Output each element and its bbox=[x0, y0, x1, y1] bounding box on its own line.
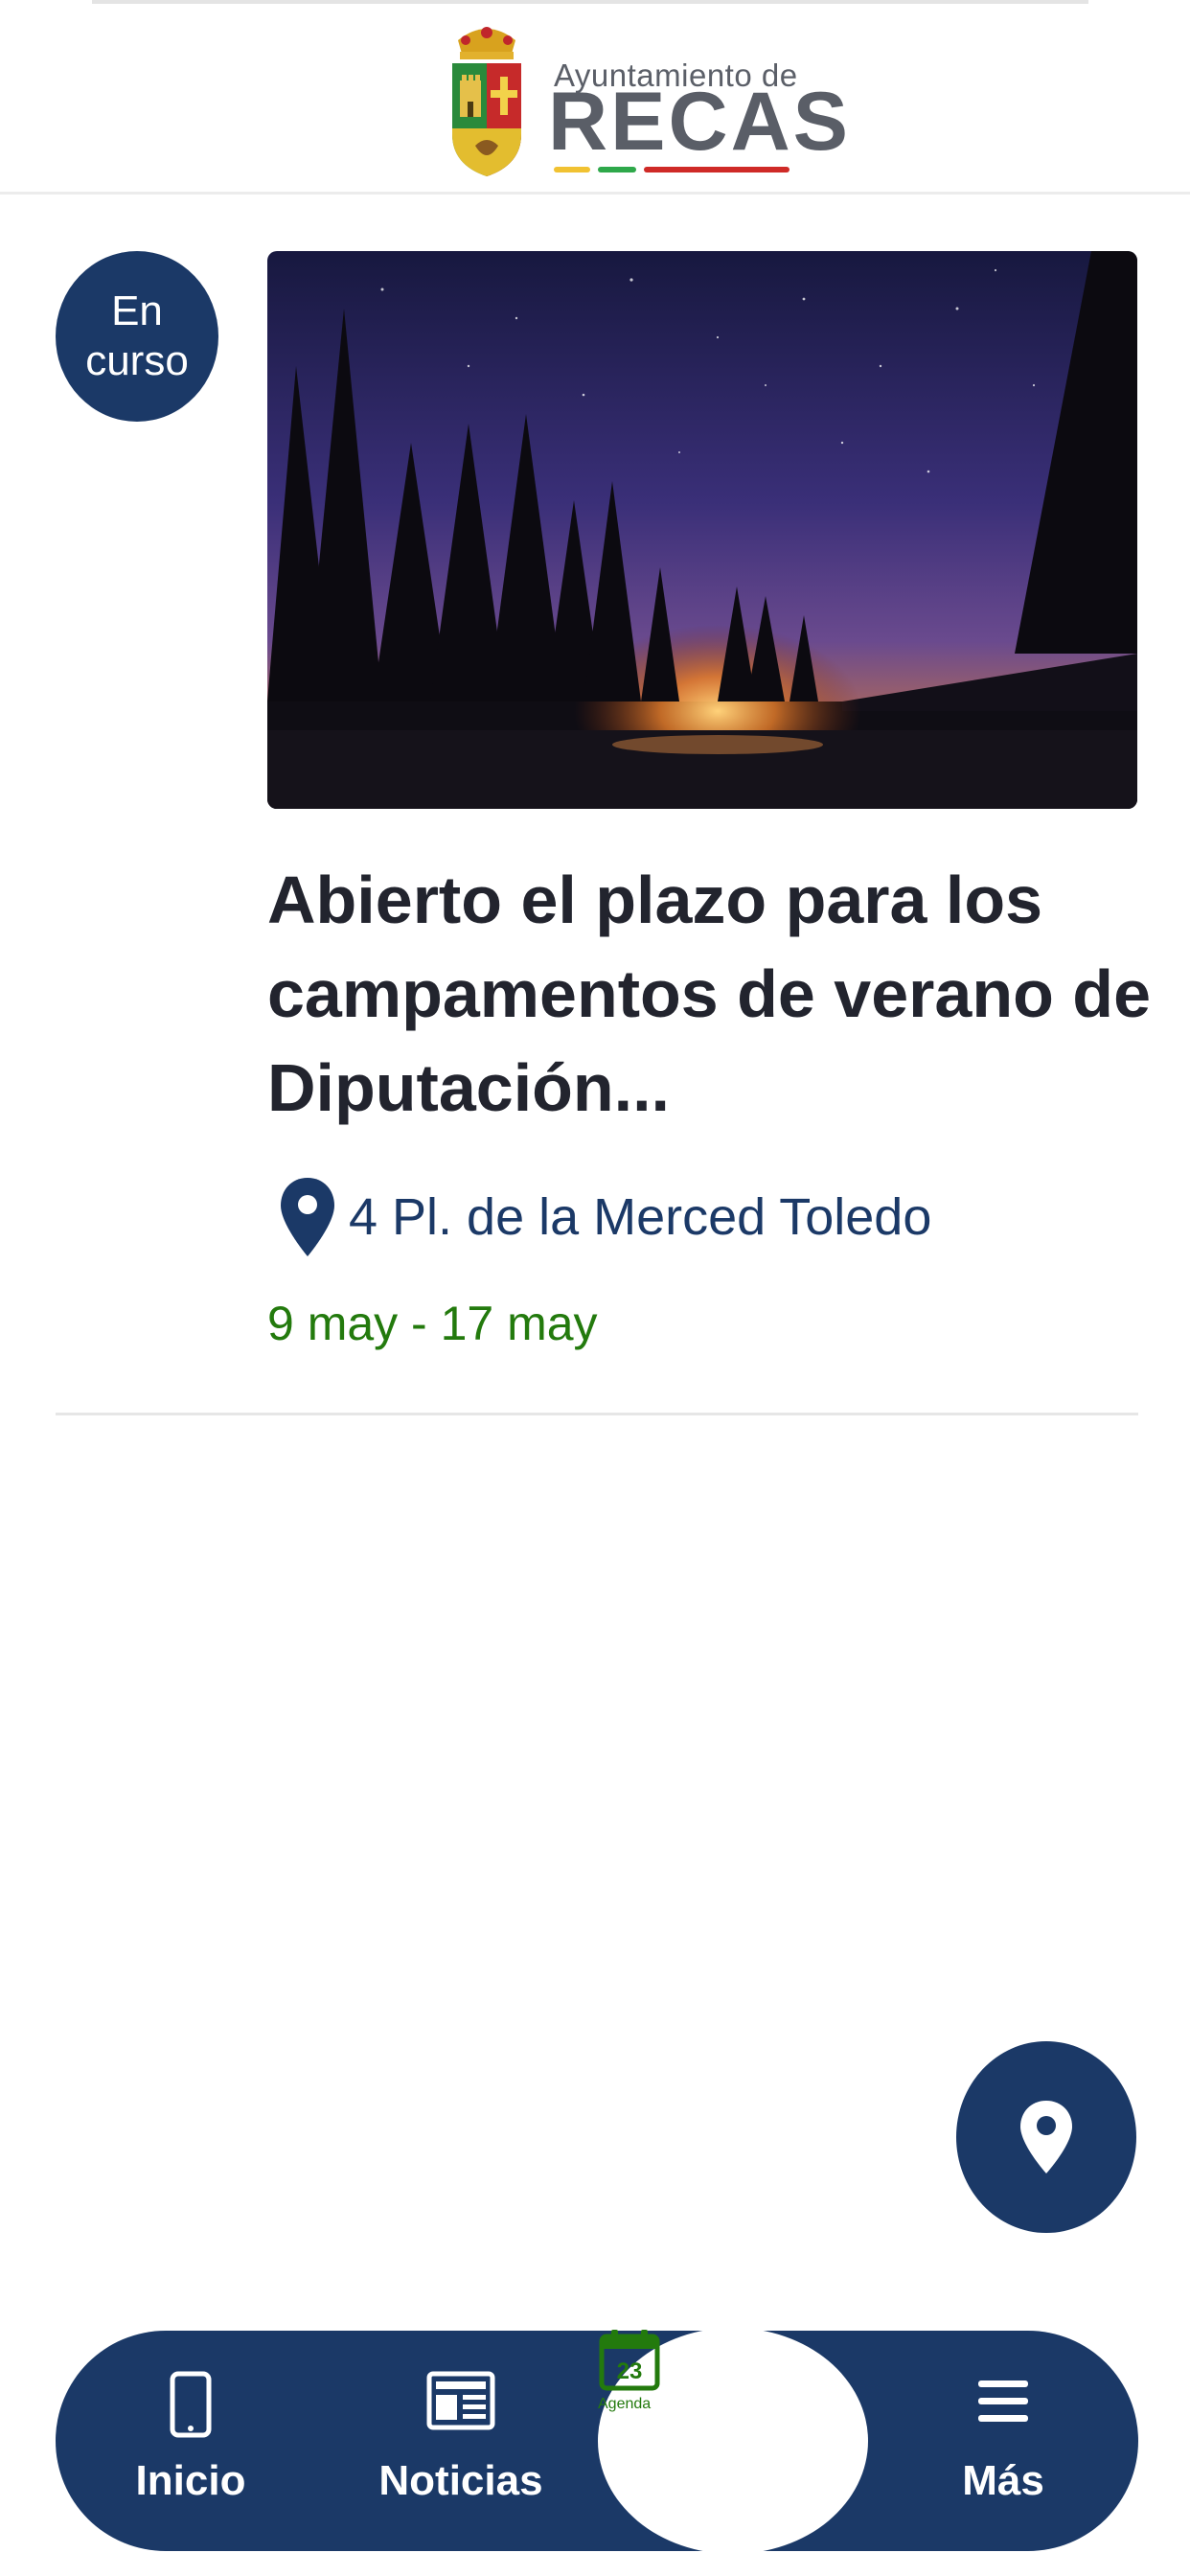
calendar-icon: 23 bbox=[599, 2330, 660, 2391]
status-badge: En curso bbox=[56, 251, 218, 422]
nav-item-inicio[interactable]: Inicio bbox=[56, 2331, 326, 2551]
map-pin-icon bbox=[281, 1178, 334, 1256]
nav-label-mas: Más bbox=[962, 2457, 1044, 2504]
nav-label-inicio: Inicio bbox=[135, 2457, 246, 2504]
status-badge-label: En curso bbox=[85, 288, 189, 384]
nav-item-mas[interactable]: Más bbox=[868, 2331, 1138, 2551]
nav-label-agenda: Agenda bbox=[598, 2396, 652, 2412]
calendar-day-number: 23 bbox=[617, 2358, 643, 2384]
event-dates: 9 may - 17 may bbox=[267, 1297, 598, 1350]
nav-item-agenda[interactable]: 23 Agenda bbox=[598, 2328, 868, 2554]
map-pin-icon bbox=[1020, 2101, 1072, 2174]
card-divider bbox=[56, 1413, 1138, 1415]
hamburger-menu-icon bbox=[978, 2380, 1028, 2422]
ayuntamiento-logo[interactable]: Ayuntamiento de RECAS bbox=[446, 21, 848, 184]
logo-title: RECAS bbox=[548, 76, 852, 168]
event-location: 4 Pl. de la Merced Toledo bbox=[278, 1174, 931, 1260]
app-header: Ayuntamiento de RECAS bbox=[0, 4, 1190, 195]
event-image[interactable] bbox=[267, 251, 1137, 809]
smartphone-icon bbox=[170, 2371, 212, 2438]
nav-item-noticias[interactable]: Noticias bbox=[326, 2331, 596, 2551]
logo-stripes bbox=[554, 167, 793, 172]
event-card[interactable]: En curso Abierto el plazo para los campa… bbox=[0, 192, 1190, 1418]
bottom-navigation: Inicio Noticias 23 Agenda Más bbox=[56, 2328, 1138, 2554]
night-forest-campfire-photo bbox=[267, 251, 1137, 809]
event-title[interactable]: Abierto el plazo para los campamentos de… bbox=[267, 853, 1158, 1135]
map-view-button[interactable] bbox=[956, 2041, 1136, 2233]
location-text: 4 Pl. de la Merced Toledo bbox=[349, 1188, 932, 1246]
nav-label-noticias: Noticias bbox=[378, 2457, 543, 2504]
coat-of-arms-icon bbox=[452, 27, 521, 176]
newspaper-icon bbox=[426, 2371, 495, 2430]
